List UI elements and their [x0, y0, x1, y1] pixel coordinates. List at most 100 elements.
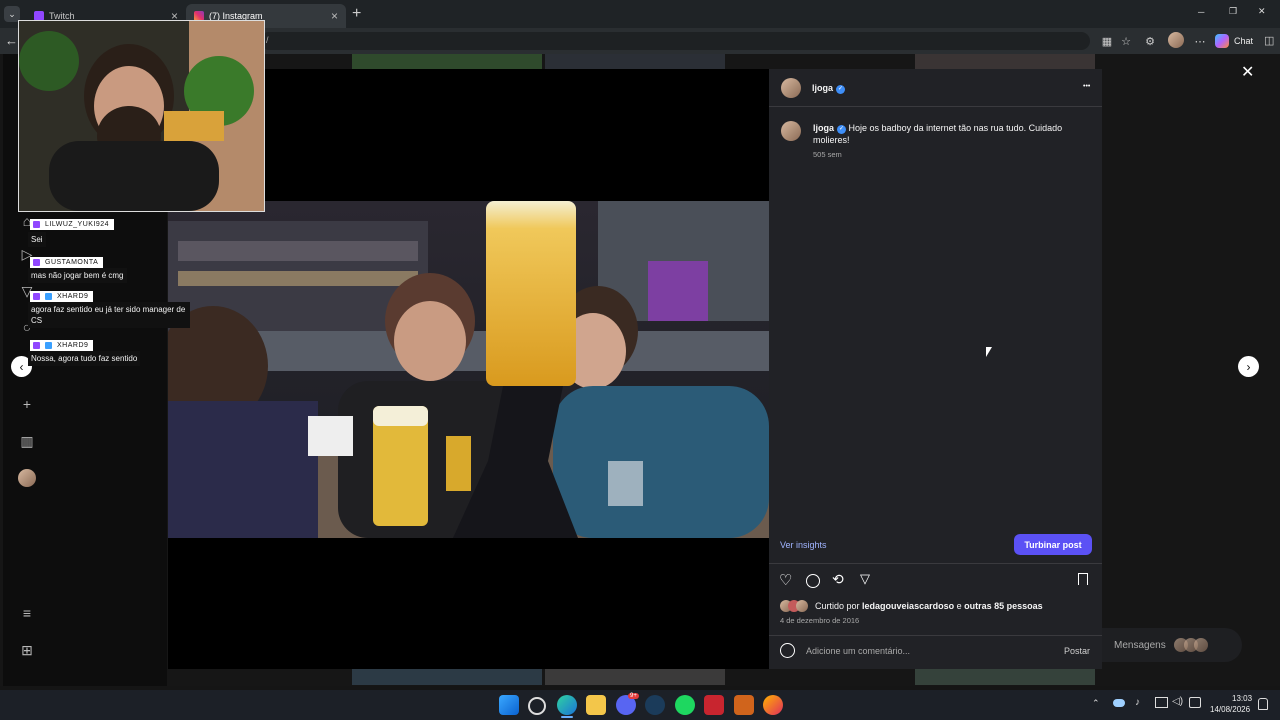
close-tab-icon[interactable]: × [331, 9, 338, 23]
chat-message: Sei [28, 232, 46, 247]
liked-user-link[interactable]: ledagouveiascardoso [862, 601, 954, 611]
verified-icon: ✓ [836, 85, 846, 94]
url-text: / [266, 35, 269, 45]
microphone-icon[interactable]: ♪ [1135, 697, 1140, 708]
liked-suffix: e [956, 601, 962, 611]
liked-by-text: Curtido por ledagouveiascardoso e outras… [815, 601, 1043, 611]
onedrive-icon[interactable] [1113, 699, 1125, 707]
close-modal-button[interactable]: ✕ [1241, 62, 1254, 82]
display-icon[interactable] [1155, 697, 1168, 708]
extensions-icon[interactable]: ⚙ [1142, 33, 1158, 49]
share-icon[interactable]: ▽ [860, 571, 870, 587]
webcam-overlay [18, 20, 265, 212]
chat-username: XHARD9 [57, 342, 89, 349]
network-icon[interactable] [1189, 697, 1201, 708]
emoji-icon[interactable] [780, 643, 795, 658]
minimize-button[interactable]: ─ [1198, 7, 1204, 17]
tool-app-icon[interactable] [734, 695, 754, 715]
boost-post-button[interactable]: Turbinar post [1014, 534, 1092, 555]
dashboard-icon[interactable]: ▥ [18, 432, 36, 450]
feed-thumbnail [545, 54, 725, 70]
chat-username-badge: XHARD9 [30, 340, 94, 351]
file-explorer-icon[interactable] [586, 695, 606, 715]
post-comment-button[interactable]: Postar [1064, 646, 1090, 656]
liked-prefix: Curtido por [815, 601, 860, 611]
create-icon[interactable]: + [18, 395, 36, 413]
caption-author-avatar[interactable] [781, 121, 801, 141]
comment-icon[interactable] [806, 574, 820, 588]
photo-illustration [168, 201, 769, 538]
clock-date[interactable]: 14/08/2026 [1210, 705, 1250, 714]
back-icon[interactable]: ← [5, 33, 18, 48]
chat-message: mas não jogar bem é cmg [28, 268, 127, 283]
chevron-right-icon: › [1246, 359, 1251, 374]
volume-icon[interactable]: ◁) [1172, 696, 1183, 707]
profile-avatar[interactable] [1168, 32, 1184, 48]
more-options-icon[interactable]: ••• [1083, 83, 1090, 90]
chat-username: GUSTAMONTA [45, 259, 99, 266]
view-insights-link[interactable]: Ver insights [780, 540, 827, 550]
favorite-star-icon[interactable]: ☆ [1118, 33, 1134, 49]
chat-label: Chat [1234, 36, 1254, 46]
chat-username-badge: GUSTAMONTA [30, 257, 104, 268]
discord-notification-badge: 9+ [628, 693, 639, 699]
show-hidden-icons-chevron-icon[interactable]: ⌃ [1092, 698, 1100, 709]
csgo-app-icon[interactable] [528, 697, 546, 715]
actions-divider [769, 563, 1102, 564]
sub-badge-icon [33, 342, 40, 349]
new-tab-button[interactable]: + [352, 5, 361, 23]
feed-thumbnail [545, 669, 725, 685]
webcam-illustration [19, 21, 264, 211]
caption-time: 505 sem [813, 150, 842, 159]
header-divider [769, 106, 1102, 107]
chevron-left-icon: ‹ [19, 359, 24, 374]
post-author-avatar[interactable] [781, 78, 801, 98]
more-menu-icon[interactable]: ⋯ [1192, 33, 1208, 49]
post-date: 4 de dezembro de 2016 [780, 616, 860, 625]
address-bar[interactable]: / [260, 32, 1090, 50]
comment-input[interactable]: Adicione um comentário... [806, 646, 910, 656]
caption-text: Hoje os badboy da internet tão nas rua t… [813, 123, 1063, 145]
post-photo[interactable] [168, 201, 769, 538]
active-app-indicator [561, 716, 573, 718]
chat-message: agora faz sentido eu já ter sido manager… [28, 302, 190, 328]
spotify-icon[interactable] [675, 695, 695, 715]
repost-icon[interactable]: ⟲ [832, 571, 844, 588]
clock-time[interactable]: 13:03 [1232, 694, 1252, 703]
notification-bell-icon[interactable] [1258, 698, 1268, 710]
sidebar-toggle-icon[interactable]: ◫ [1264, 34, 1274, 47]
save-bookmark-icon[interactable] [1078, 573, 1088, 585]
profile-avatar[interactable] [18, 469, 36, 487]
menu-icon[interactable]: ≡ [18, 604, 36, 622]
copilot-chat-button[interactable]: Chat [1215, 32, 1253, 50]
windows-taskbar [0, 690, 1280, 720]
messages-label: Mensagens [1114, 639, 1166, 651]
sub-badge-icon [33, 259, 40, 266]
obs-recording-app-icon[interactable] [704, 695, 724, 715]
like-heart-icon[interactable]: ♡ [779, 571, 792, 589]
edge-browser-icon[interactable] [557, 695, 577, 715]
copilot-icon [1215, 34, 1229, 48]
caption-username[interactable]: ljoga [813, 123, 834, 133]
prime-badge-icon [45, 342, 52, 349]
caption: ljoga ✓ Hoje os badboy da internet tão na… [813, 122, 1083, 146]
author-username[interactable]: ljoga [812, 83, 833, 93]
prime-badge-icon [45, 293, 52, 300]
liked-others-link[interactable]: outras 85 pessoas [964, 601, 1043, 611]
steam-icon[interactable] [645, 695, 665, 715]
feed-thumbnail [352, 669, 542, 685]
firefox-icon[interactable] [763, 695, 783, 715]
liked-by-avatars [780, 600, 814, 612]
also-from-meta-icon[interactable]: ⊞ [18, 641, 36, 659]
start-windows-icon[interactable] [499, 695, 519, 715]
restore-button[interactable]: ❐ [1229, 6, 1237, 17]
split-screen-icon[interactable]: ▦ [1099, 33, 1115, 49]
chat-username-badge: XHARD9 [30, 291, 94, 302]
feed-thumbnail [915, 669, 1095, 685]
sub-badge-icon [33, 293, 40, 300]
next-post-button[interactable]: › [1238, 356, 1259, 377]
messages-pill[interactable]: Mensagens [1102, 628, 1242, 662]
liker-avatar [796, 600, 808, 612]
message-avatar [1193, 638, 1208, 652]
close-window-button[interactable]: ✕ [1258, 6, 1266, 17]
